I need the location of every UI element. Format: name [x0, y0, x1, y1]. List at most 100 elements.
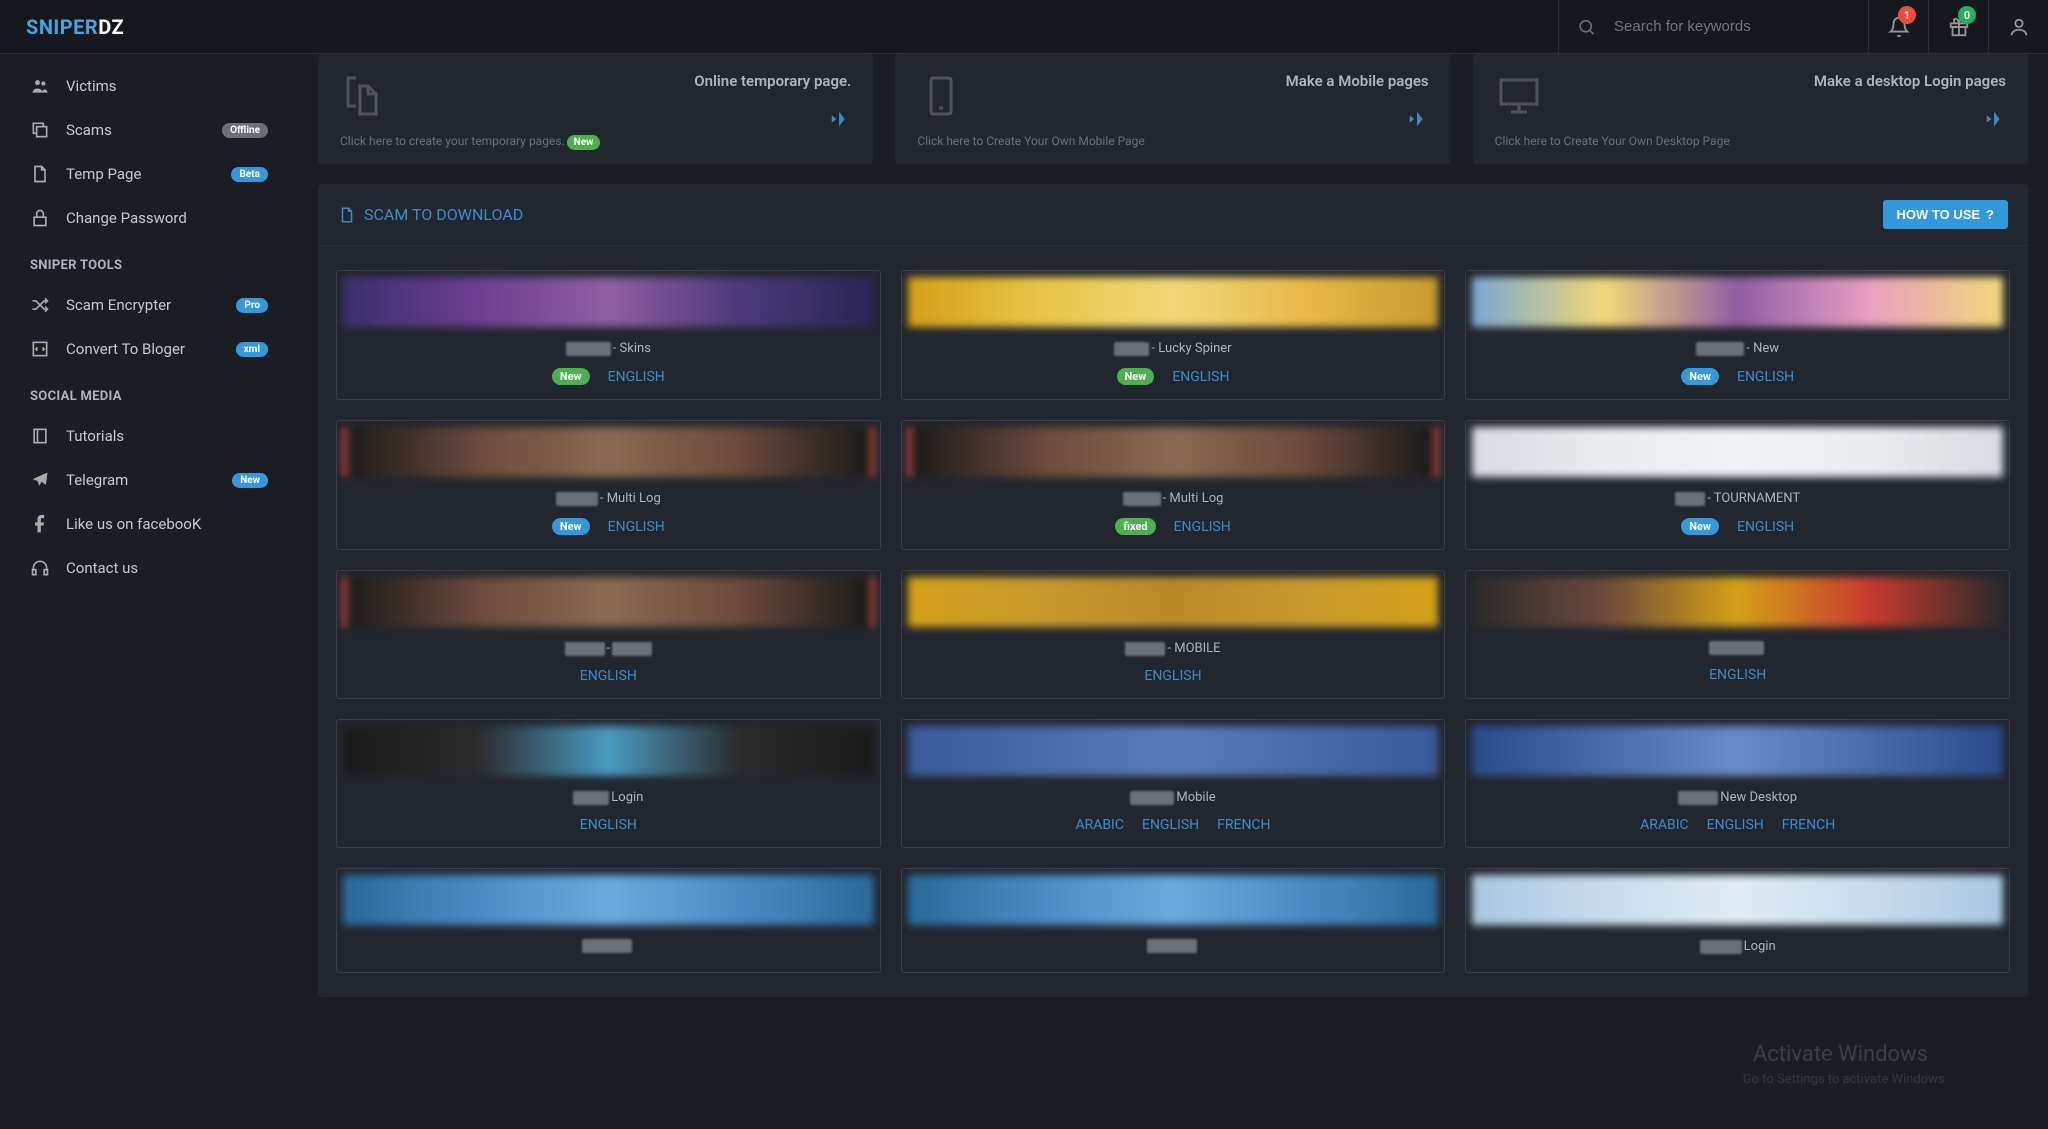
- profile-button[interactable]: [1988, 0, 2048, 53]
- card-preview: [343, 577, 874, 627]
- desktop-icon: [1495, 72, 1543, 120]
- top-card-desc: Click here to Create Your Own Desktop Pa…: [1495, 134, 2006, 148]
- language-link[interactable]: ENGLISH: [1144, 668, 1201, 684]
- card-languages: NewENGLISH: [908, 368, 1439, 385]
- scam-card[interactable]: MobileARABICENGLISHFRENCH: [901, 719, 1446, 848]
- scam-card[interactable]: - MOBILEENGLISH: [901, 570, 1446, 699]
- scam-card[interactable]: - SkinsNewENGLISH: [336, 270, 881, 400]
- card-title: - New: [1472, 341, 2003, 356]
- top-card-mobile[interactable]: Make a Mobile pages Click here to Create…: [895, 54, 1450, 164]
- language-link[interactable]: ARABIC: [1075, 817, 1124, 833]
- card-title: Login: [343, 790, 874, 805]
- enter-icon: [829, 108, 851, 130]
- scam-card[interactable]: - Multi LogNewENGLISH: [336, 420, 881, 550]
- nav-label: Convert To Bloger: [66, 340, 236, 358]
- language-link[interactable]: ENGLISH: [1174, 519, 1231, 535]
- card-title: - TOURNAMENT: [1472, 491, 2003, 506]
- search-container[interactable]: [1558, 0, 1868, 53]
- sidebar-item-scam-encrypter[interactable]: Scam Encrypter Pro: [0, 283, 298, 327]
- card-languages: NewENGLISH: [1472, 368, 2003, 385]
- nav-label: Scams: [66, 121, 222, 139]
- language-link[interactable]: FRENCH: [1217, 817, 1270, 833]
- card-tag: New: [552, 368, 590, 385]
- language-link[interactable]: ENGLISH: [1737, 519, 1794, 535]
- card-languages: ENGLISH: [343, 817, 874, 833]
- sidebar-item-convert-bloger[interactable]: Convert To Bloger xml: [0, 327, 298, 371]
- sidebar-item-telegram[interactable]: Telegram New: [0, 458, 298, 502]
- language-link[interactable]: FRENCH: [1782, 817, 1835, 833]
- scam-card[interactable]: - Lucky SpinerNewENGLISH: [901, 270, 1446, 400]
- search-icon: [1577, 16, 1596, 38]
- top-card-desktop[interactable]: Make a desktop Login pages Click here to…: [1473, 54, 2028, 164]
- card-languages: New ENGLISH: [1472, 518, 2003, 535]
- sidebar: Victims Scams Offline Temp Page Beta Cha…: [0, 54, 298, 1129]
- top-card-temp-page[interactable]: Online temporary page. Click here to cre…: [318, 54, 873, 164]
- nav-label: Scam Encrypter: [66, 296, 236, 314]
- new-pill: New: [232, 473, 268, 488]
- card-title: - Multi Log: [343, 491, 874, 506]
- scam-card[interactable]: [336, 868, 881, 973]
- scam-card[interactable]: Login: [1465, 868, 2010, 973]
- card-title: [1472, 641, 2003, 655]
- sidebar-item-scams[interactable]: Scams Offline: [0, 108, 298, 152]
- enter-icon: [1984, 108, 2006, 130]
- new-badge: New: [567, 135, 601, 150]
- brand-logo[interactable]: SNIPERDZ: [26, 15, 124, 39]
- sidebar-item-temp-page[interactable]: Temp Page Beta: [0, 152, 298, 196]
- language-link[interactable]: ENGLISH: [580, 668, 637, 684]
- scam-card[interactable]: New Desktop ARABIC ENGLISH FRENCH: [1465, 719, 2010, 848]
- section-title-social: SOCIAL MEDIA: [0, 371, 298, 414]
- language-link[interactable]: ENGLISH: [1709, 667, 1766, 683]
- section-header: SCAM TO DOWNLOAD: [338, 205, 523, 224]
- headset-icon: [30, 558, 50, 578]
- top-card-desc: Click here to create your temporary page…: [340, 134, 565, 148]
- nav-label: Victims: [66, 77, 268, 95]
- mobile-icon: [917, 72, 965, 120]
- language-link[interactable]: ARABIC: [1640, 817, 1689, 833]
- card-title: New Desktop: [1472, 790, 2003, 805]
- card-preview: [1472, 427, 2003, 477]
- book-icon: [30, 426, 50, 446]
- sidebar-item-contact[interactable]: Contact us: [0, 546, 298, 590]
- download-icon: [338, 206, 356, 224]
- notifications-button[interactable]: 1: [1868, 0, 1928, 53]
- card-title: - Multi Log: [908, 491, 1439, 506]
- language-link[interactable]: ENGLISH: [608, 369, 665, 385]
- sidebar-item-tutorials[interactable]: Tutorials: [0, 414, 298, 458]
- enter-icon: [1407, 108, 1429, 130]
- card-languages: ARABIC ENGLISH FRENCH: [908, 817, 1439, 833]
- sidebar-item-victims[interactable]: Victims: [0, 64, 298, 108]
- card-title: -: [343, 641, 874, 656]
- card-languages: fixedENGLISH: [908, 518, 1439, 535]
- card-preview: [908, 427, 1439, 477]
- scam-card[interactable]: - TOURNAMENT New ENGLISH: [1465, 420, 2010, 550]
- scam-card[interactable]: - New NewENGLISH: [1465, 270, 2010, 400]
- scam-card[interactable]: Login ENGLISH: [336, 719, 881, 848]
- language-link[interactable]: ENGLISH: [1707, 817, 1764, 833]
- top-card-title: Make a desktop Login pages: [1543, 72, 2006, 90]
- search-input[interactable]: [1614, 18, 1850, 35]
- language-link[interactable]: ENGLISH: [1737, 369, 1794, 385]
- nav-label: Contact us: [66, 559, 268, 577]
- user-icon: [2008, 16, 2030, 38]
- gift-button[interactable]: 0: [1928, 0, 1988, 53]
- card-preview: [908, 577, 1439, 627]
- how-to-use-button[interactable]: HOW TO USE ?: [1883, 200, 2009, 229]
- card-tag: New: [1681, 518, 1719, 535]
- language-link[interactable]: ENGLISH: [580, 817, 637, 833]
- language-link[interactable]: ENGLISH: [1172, 369, 1229, 385]
- sidebar-item-facebook[interactable]: Like us on facebooK: [0, 502, 298, 546]
- scam-card[interactable]: - Multi Log fixedENGLISH: [901, 420, 1446, 550]
- section-title-tools: SNIPER TOOLS: [0, 240, 298, 283]
- scam-card[interactable]: ENGLISH: [1465, 570, 2010, 699]
- users-icon: [30, 76, 50, 96]
- card-languages: New ENGLISH: [343, 368, 874, 385]
- card-languages: ENGLISH: [908, 668, 1439, 684]
- scam-card[interactable]: - ENGLISH: [336, 570, 881, 699]
- card-preview: [343, 277, 874, 327]
- document-icon: [30, 164, 50, 184]
- language-link[interactable]: ENGLISH: [1142, 817, 1199, 833]
- scam-card[interactable]: [901, 868, 1446, 973]
- language-link[interactable]: ENGLISH: [608, 519, 665, 535]
- sidebar-item-change-password[interactable]: Change Password: [0, 196, 298, 240]
